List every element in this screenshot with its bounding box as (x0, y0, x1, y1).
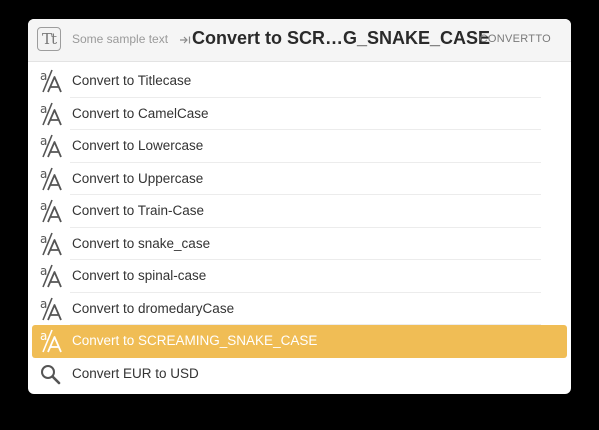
results-list: a Convert to Titlecase a Convert to Came… (28, 65, 571, 390)
input-text[interactable]: Some sample text (72, 32, 168, 46)
result-row[interactable]: Convert EUR to USD (32, 358, 567, 391)
action-name: CONVERTTO (479, 33, 551, 45)
case-convert-icon: a (40, 329, 62, 353)
tab-arrow-icon (180, 36, 191, 44)
result-row[interactable]: a Convert to Titlecase (32, 65, 567, 98)
case-convert-icon: a (40, 102, 62, 125)
case-convert-icon: a (40, 199, 62, 223)
result-row[interactable]: a Convert to snake_case (32, 228, 567, 260)
svg-text:a: a (40, 134, 47, 148)
result-label: Convert to Lowercase (72, 138, 204, 153)
result-row[interactable]: a Convert to Lowercase (32, 130, 567, 163)
svg-text:a: a (40, 264, 47, 278)
result-row[interactable]: a Convert to CamelCase (32, 98, 567, 130)
case-convert-icon: a (40, 297, 62, 320)
svg-text:a: a (40, 329, 47, 343)
result-row[interactable]: a Convert to Train-Case (32, 195, 567, 228)
launcher-panel: Tt Some sample text Convert to SCR…G_SNA… (28, 19, 571, 394)
result-label: Convert to CamelCase (72, 105, 209, 121)
result-label: Convert to Uppercase (72, 170, 204, 186)
svg-text:a: a (40, 199, 47, 213)
case-convert-icon: a (40, 264, 62, 288)
result-label: Convert to spinal-case (72, 268, 207, 283)
case-convert-icon: a (40, 167, 62, 190)
case-convert-icon: a (40, 232, 62, 255)
result-row[interactable]: a Convert to Uppercase (32, 163, 567, 195)
result-row[interactable]: a Convert to dromedaryCase (32, 293, 567, 325)
svg-text:a: a (40, 69, 47, 83)
result-label: Convert EUR to USD (72, 365, 199, 381)
case-convert-icon: a (40, 69, 62, 93)
result-row[interactable]: a Convert to spinal-case (32, 260, 567, 293)
result-label: Convert to dromedaryCase (72, 300, 235, 316)
result-label: Convert to Titlecase (72, 73, 192, 88)
text-tool-icon: Tt (37, 27, 61, 51)
result-label: Convert to SCREAMING_SNAKE_CASE (72, 333, 318, 348)
result-label: Convert to snake_case (72, 235, 211, 251)
result-label: Convert to Train-Case (72, 203, 205, 218)
query-bar: Tt Some sample text Convert to SCR…G_SNA… (28, 19, 571, 62)
result-row[interactable]: a Convert to SCREAMING_SNAKE_CASE (32, 325, 567, 358)
magnifier-icon (41, 364, 61, 384)
svg-text:a: a (40, 232, 47, 246)
selected-action-title: Convert to SCR…G_SNAKE_CASE (192, 28, 491, 48)
svg-text:a: a (40, 297, 47, 311)
svg-text:a: a (40, 102, 47, 116)
case-convert-icon: a (40, 134, 62, 158)
svg-text:a: a (40, 167, 47, 181)
